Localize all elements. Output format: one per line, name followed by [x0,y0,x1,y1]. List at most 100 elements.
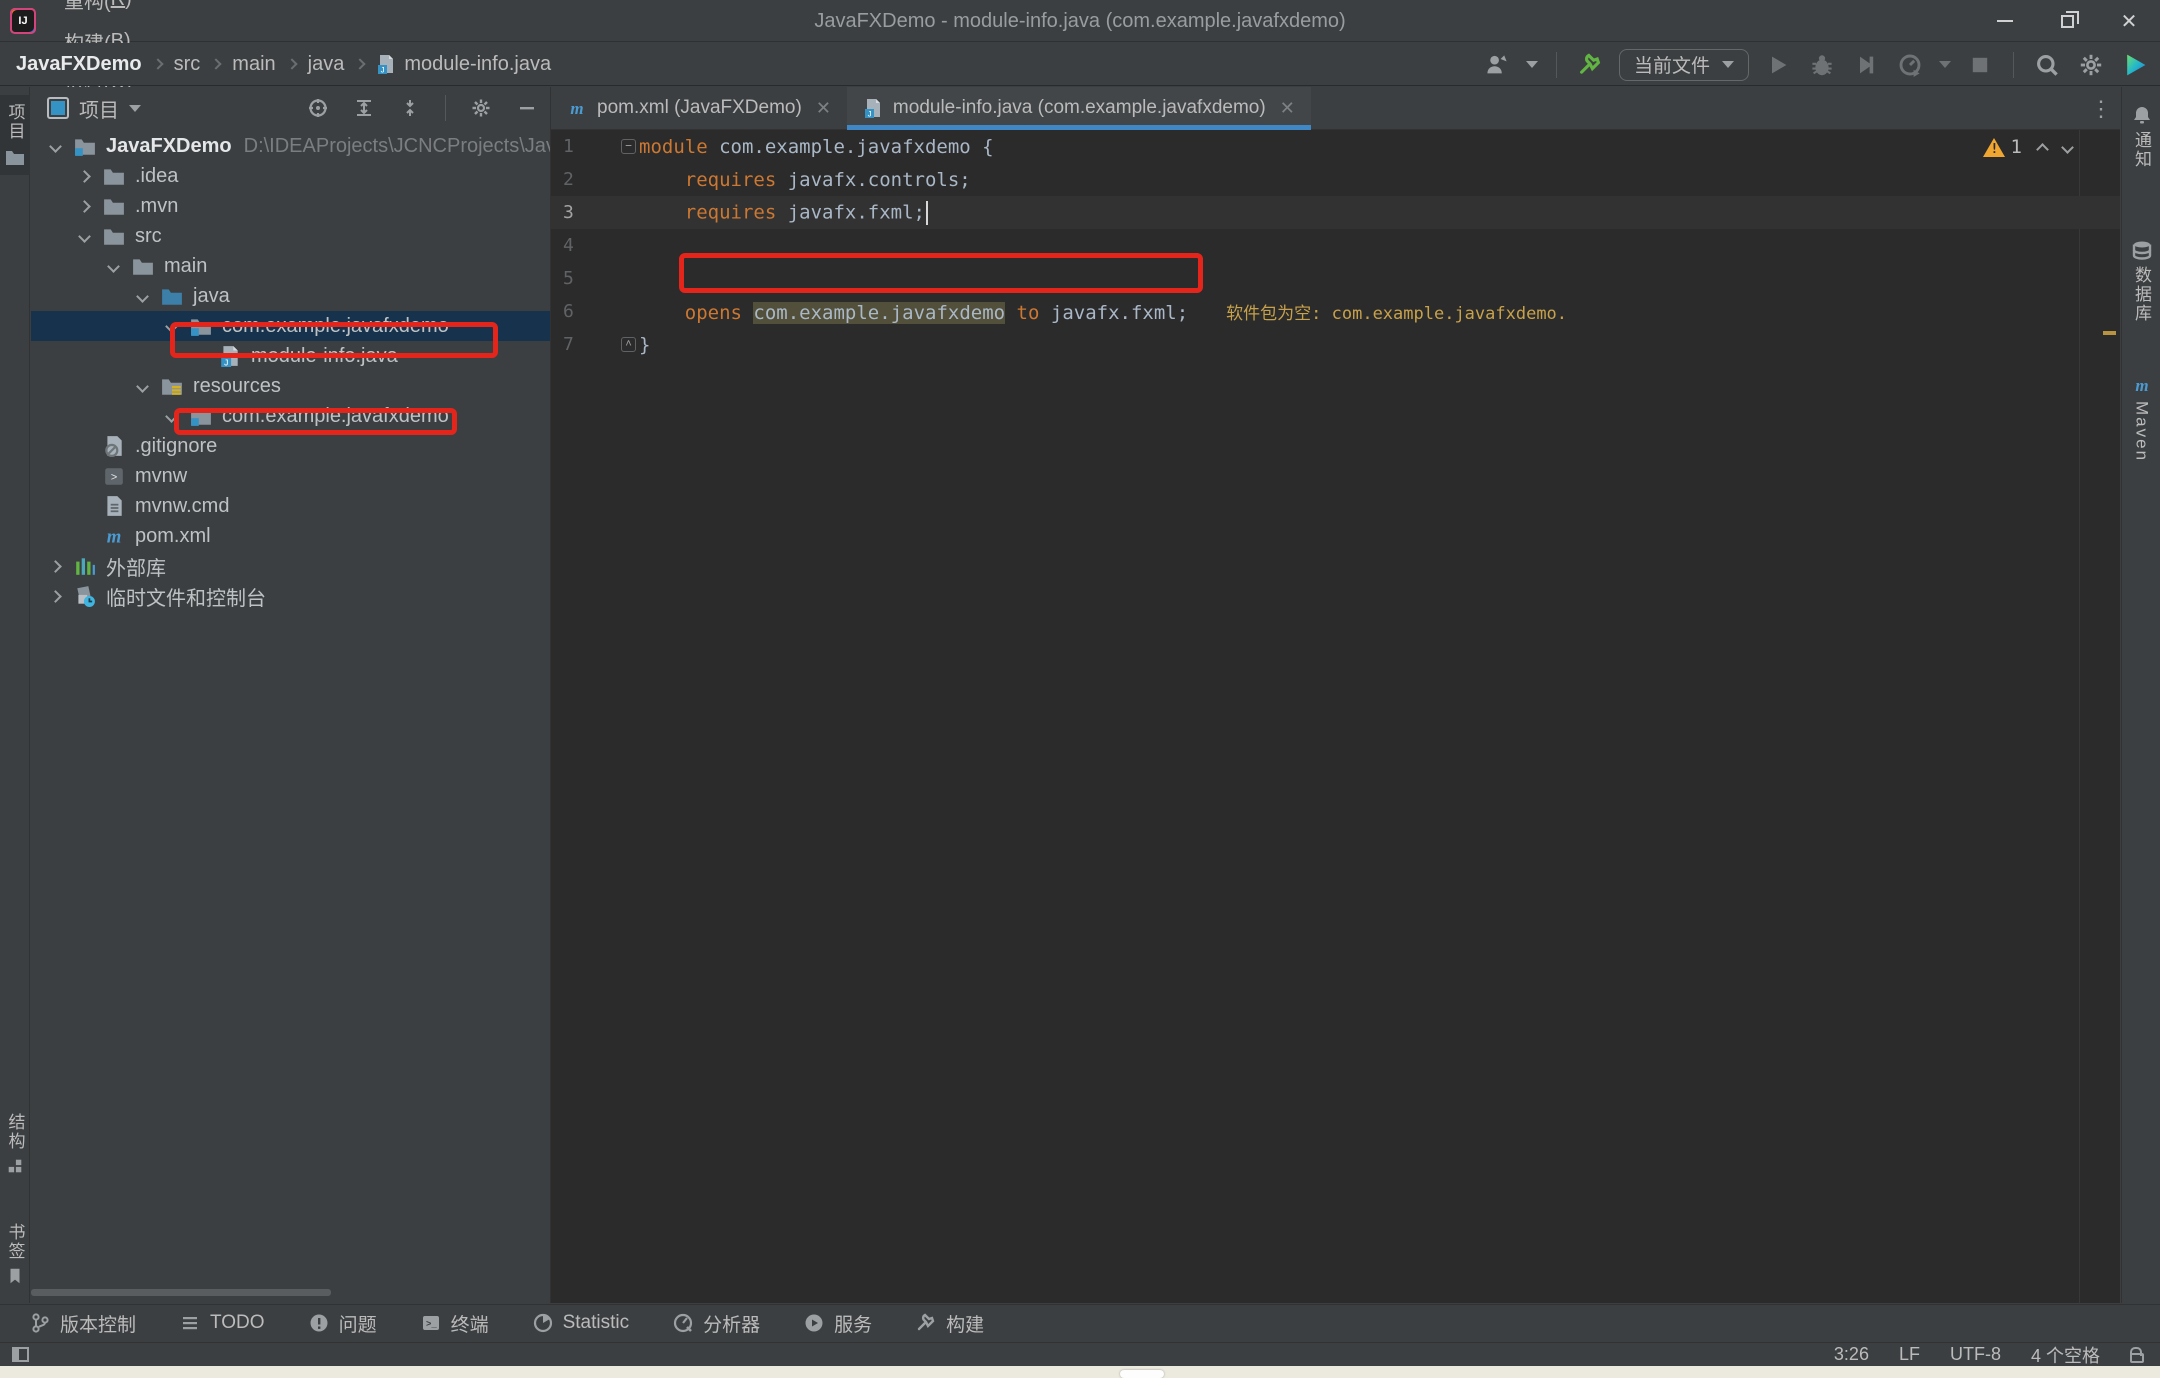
chevron-collapsed-icon[interactable] [78,170,91,183]
restore-button[interactable] [2036,0,2098,42]
chevron-expanded-icon[interactable] [107,260,120,273]
editor-tab[interactable]: mpom.xml (JavaFXDemo)✕ [551,87,847,129]
run-config-selector[interactable]: 当前文件 [1619,49,1749,81]
close-icon[interactable]: ✕ [816,98,831,119]
tool-stripe-project[interactable]: 项目 [0,95,30,175]
tree-row[interactable]: .mvn [31,191,550,221]
layout-widget[interactable] [12,1347,29,1362]
tree-row[interactable]: 临时文件和控制台 [31,581,550,611]
status-indent-style[interactable]: 4 个空格 [2031,1342,2100,1368]
chevron-expanded-icon[interactable] [49,140,62,153]
user-icon[interactable] [1482,50,1512,80]
tree-row[interactable]: java [31,281,550,311]
chevron-down-icon[interactable] [129,105,141,112]
line-number: 5 [563,268,574,289]
hide-icon[interactable] [512,93,542,123]
debug-icon[interactable] [1807,50,1837,80]
line-number: 2 [563,169,574,190]
breadcrumb-item[interactable]: JavaFXDemo [16,53,142,76]
close-button[interactable]: ✕ [2098,0,2160,42]
toolbar-todo[interactable]: TODO [180,1312,265,1334]
toolbar-problem[interactable]: 问题 [309,1310,377,1337]
fold-marker-icon[interactable]: − [621,139,636,154]
coverage-icon[interactable] [1851,50,1881,80]
tree-row[interactable]: mpom.xml [31,521,550,551]
tree-row[interactable]: 外部库 [31,551,550,581]
profiler-icon[interactable] [1895,50,1925,80]
settings-icon[interactable] [466,93,496,123]
tool-stripe-bookmarks[interactable]: 书签 [0,1215,30,1293]
tool-stripe-structure[interactable]: 结构 [0,1105,30,1183]
layout-icon [12,1347,29,1362]
java-file-icon: J [376,54,396,74]
chevron-collapsed-icon[interactable] [49,560,62,573]
colorful-logo-icon[interactable] [2120,50,2150,80]
build-hammer-icon[interactable] [1575,50,1605,80]
stop-icon[interactable] [1965,50,1995,80]
chevron-down-icon[interactable] [1939,61,1951,68]
expand-all-icon[interactable] [349,93,379,123]
tree-item-label: pom.xml [135,525,211,548]
breadcrumb-item[interactable]: src [174,53,201,76]
code-line[interactable]: 1−module com.example.javafxdemo { [551,130,2120,163]
code-line[interactable]: 3 requires javafx.fxml; [551,196,2120,229]
settings-icon[interactable] [2076,50,2106,80]
breadcrumb-item[interactable]: Jmodule-info.java [376,53,551,76]
tree-row[interactable]: com.example.javafxdemo [31,401,550,431]
toolbar-build[interactable]: 构建 [916,1310,984,1337]
tree-item-label: .mvn [135,195,178,218]
locate-icon[interactable] [303,93,333,123]
chevron-collapsed-icon[interactable] [49,590,62,603]
tab-options-icon[interactable]: ⋮ [2090,87,2112,130]
minimize-button[interactable] [1974,0,2036,42]
toolbar-terminal[interactable]: >_终端 [421,1310,489,1337]
editor-tab[interactable]: Jmodule-info.java (com.example.javafxdem… [847,87,1311,129]
code-line[interactable]: 5 [551,262,2120,295]
tree-row[interactable]: Jmodule-info.java [31,341,550,371]
breadcrumb-item[interactable]: java [308,53,345,76]
code-editor[interactable]: ! 1 1−module com.example.javafxdemo {2 r… [551,130,2120,1303]
tree-row[interactable]: >mvnw [31,461,550,491]
chevron-expanded-icon[interactable] [78,230,91,243]
chevron-down-icon[interactable] [1526,61,1538,68]
toolbar-branch[interactable]: 版本控制 [30,1310,136,1337]
tree-row[interactable]: src [31,221,550,251]
project-title[interactable]: 项目 [79,94,119,123]
chevron-expanded-icon[interactable] [165,320,178,333]
search-icon[interactable] [2032,50,2062,80]
chevron-expanded-icon[interactable] [165,410,178,423]
code-line[interactable]: 2 requires javafx.controls; [551,163,2120,196]
tree-row[interactable]: JavaFXDemoD:\IDEAProjects\JCNCProjects\J… [31,131,550,161]
chevron-expanded-icon[interactable] [136,380,149,393]
tree-row[interactable]: resources [31,371,550,401]
lock-open-icon[interactable] [2130,1353,2144,1363]
run-icon[interactable] [1763,50,1793,80]
chevron-collapsed-icon[interactable] [78,200,91,213]
menu-item-重构R[interactable]: 重构(R) [50,0,150,21]
breadcrumb-item[interactable]: main [232,53,275,76]
tree-row[interactable]: .idea [31,161,550,191]
tree-row[interactable]: com.example.javafxdemo [31,311,550,341]
toolbar-gauge[interactable]: 分析器 [673,1310,760,1337]
tool-stripe-通知[interactable]: 通知 [2122,97,2160,177]
status-file-encoding[interactable]: UTF-8 [1950,1344,2001,1365]
tree-row[interactable]: mvnw.cmd [31,491,550,521]
fold-marker-icon[interactable]: ˄ [621,337,636,352]
toolbar-pie[interactable]: Statistic [533,1312,630,1334]
code-line[interactable]: 4 [551,229,2120,262]
folder-project-icon [74,135,96,157]
close-icon[interactable]: ✕ [1280,98,1295,119]
tree-row[interactable]: .gitignore [31,431,550,461]
status-caret-position[interactable]: 3:26 [1834,1344,1869,1365]
status-line-separator[interactable]: LF [1899,1344,1920,1365]
tool-stripe-maven[interactable]: mMaven [2122,367,2160,470]
chevron-expanded-icon[interactable] [136,290,149,303]
toolbar-service[interactable]: 服务 [804,1310,872,1337]
tree-row[interactable]: main [31,251,550,281]
horizontal-scrollbar[interactable] [31,1289,331,1296]
tree-item-label: 外部库 [106,552,166,581]
code-line[interactable]: 7˄} [551,328,2120,361]
code-line[interactable]: 6 opens com.example.javafxdemo to javafx… [551,295,2120,328]
collapse-all-icon[interactable] [395,93,425,123]
tool-stripe-数据库[interactable]: 数据库 [2122,232,2160,331]
